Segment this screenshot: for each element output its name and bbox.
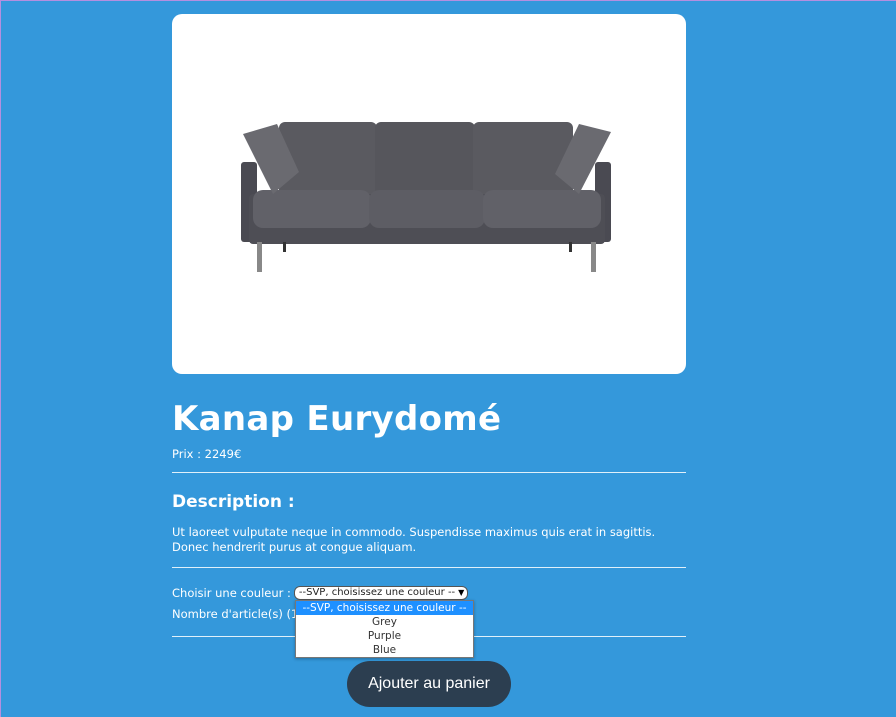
color-select[interactable]: --SVP, choisissez une couleur -- ▼ (293, 586, 469, 600)
sofa-image (241, 122, 611, 272)
price-value: 2249 (204, 447, 234, 461)
divider (172, 472, 686, 473)
product-price: Prix : 2249€ (172, 447, 241, 461)
product-title: Kanap Eurydomé (172, 399, 502, 439)
quantity-label: Nombre d'article(s) (1 (172, 607, 299, 621)
product-image-card (172, 14, 686, 374)
chevron-down-icon: ▼ (458, 588, 465, 597)
color-option[interactable]: Purple (296, 629, 473, 643)
description-text: Ut laoreet vulputate neque in commodo. S… (172, 525, 656, 554)
color-select-value: --SVP, choisissez une couleur -- (298, 587, 456, 598)
color-row: Choisir une couleur : --SVP, choisissez … (172, 586, 469, 600)
color-option[interactable]: --SVP, choisissez une couleur -- (296, 601, 473, 615)
quantity-row: Nombre d'article(s) (1 (172, 607, 298, 621)
divider (172, 567, 686, 568)
price-currency: € (233, 447, 242, 461)
color-label: Choisir une couleur : (172, 586, 291, 600)
color-option[interactable]: Grey (296, 615, 473, 629)
add-to-cart-button[interactable]: Ajouter au panier (347, 661, 511, 707)
color-dropdown-list: --SVP, choisissez une couleur -- Grey Pu… (295, 600, 474, 658)
price-label: Prix : (172, 447, 205, 461)
description-title: Description : (172, 492, 295, 512)
color-option[interactable]: Blue (296, 643, 473, 657)
